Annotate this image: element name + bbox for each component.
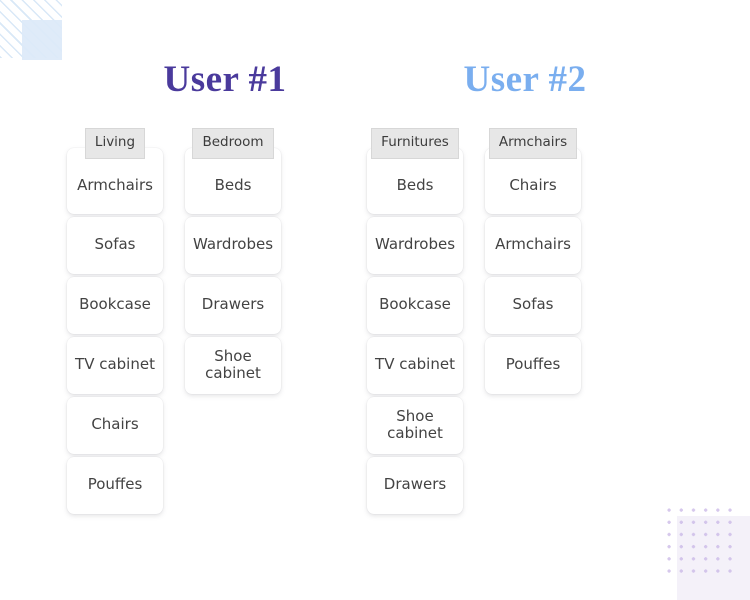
list-item[interactable]: TV cabinet — [367, 336, 463, 394]
list-item[interactable]: Wardrobes — [185, 216, 281, 274]
user-title: User #2 — [463, 59, 587, 100]
category-column-living: Living Armchairs Sofas Bookcase TV cabin… — [67, 128, 163, 514]
list-item[interactable]: Pouffes — [67, 456, 163, 514]
list-item[interactable]: Shoe cabinet — [367, 396, 463, 454]
category-columns: Living Armchairs Sofas Bookcase TV cabin… — [55, 128, 395, 514]
user-title: User #1 — [163, 59, 287, 100]
category-chip[interactable]: Furnitures — [371, 128, 459, 159]
list-item[interactable]: Chairs — [67, 396, 163, 454]
list-item[interactable]: Armchairs — [485, 216, 581, 274]
category-column-bedroom: Bedroom Beds Wardrobes Drawers Shoe cabi… — [185, 128, 281, 514]
item-stack: Chairs Armchairs Sofas Pouffes — [485, 147, 581, 394]
user-panel-2: User #2 Furnitures Beds Wardrobes Bookca… — [355, 0, 695, 600]
list-item[interactable]: Bookcase — [67, 276, 163, 334]
category-column-armchairs: Armchairs Chairs Armchairs Sofas Pouffes — [485, 128, 581, 514]
list-item[interactable]: Wardrobes — [367, 216, 463, 274]
list-item[interactable]: Drawers — [185, 276, 281, 334]
item-stack: Beds Wardrobes Bookcase TV cabinet Shoe … — [367, 147, 463, 514]
list-item[interactable]: Sofas — [485, 276, 581, 334]
list-item[interactable]: Bookcase — [367, 276, 463, 334]
list-item[interactable]: Shoe cabinet — [185, 336, 281, 394]
list-item[interactable]: Drawers — [367, 456, 463, 514]
category-chip[interactable]: Armchairs — [488, 128, 578, 159]
category-chip[interactable]: Living — [84, 128, 146, 159]
user-panel-1: User #1 Living Armchairs Sofas Bookcase … — [55, 0, 395, 600]
list-item[interactable]: TV cabinet — [67, 336, 163, 394]
list-item[interactable]: Sofas — [67, 216, 163, 274]
category-column-furnitures: Furnitures Beds Wardrobes Bookcase TV ca… — [367, 128, 463, 514]
category-columns: Furnitures Beds Wardrobes Bookcase TV ca… — [355, 128, 695, 514]
list-item[interactable]: Pouffes — [485, 336, 581, 394]
item-stack: Beds Wardrobes Drawers Shoe cabinet — [185, 147, 281, 394]
item-stack: Armchairs Sofas Bookcase TV cabinet Chai… — [67, 147, 163, 514]
category-chip[interactable]: Bedroom — [192, 128, 274, 159]
